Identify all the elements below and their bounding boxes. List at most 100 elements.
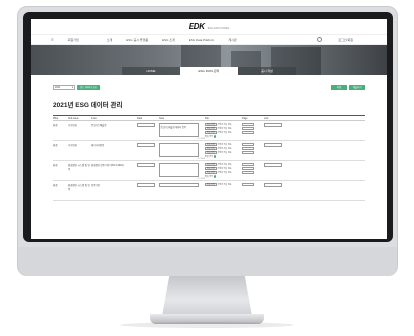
file-choose-button[interactable]: 파일 선택 [205,127,217,130]
link-input[interactable] [264,163,282,167]
col-page: Page [242,116,248,120]
file-status: 선택된 파일 없음 [217,148,232,150]
nav-item-board[interactable]: 게시판 [228,38,236,42]
monitor-shadow [120,322,294,328]
page-input[interactable] [242,167,254,170]
nav-item-signup[interactable]: ☰ 회원가입 [51,38,93,42]
tab-home[interactable]: HOME [122,67,180,75]
table-row: 환경 기후변화 에너지사용량 0 / 2000 파일 선택 선택된 파일 없음 파… [53,141,365,161]
cell-page [242,183,264,200]
cell-link [264,123,284,140]
add-file-link[interactable]: 파일 추가 [205,155,242,158]
file-line: 파일 선택 선택된 파일 없음 [205,127,242,130]
col-index: Index [91,116,97,120]
page-input[interactable] [242,131,254,134]
cell-link [264,163,284,180]
file-line: 파일 선택 선택된 파일 없음 [205,147,242,150]
data-input[interactable] [137,143,155,147]
file-line: 파일 선택 선택된 파일 없음 [205,163,242,166]
note-textarea[interactable]: 온실가스배출량 데이터 입력 [159,123,199,137]
cell-sub-issue: 기후변화 [68,124,77,127]
col-data: Data [137,116,143,120]
char-count: 0 / 2000 [197,138,205,140]
table-row: 환경 환경경영 시스템 및 인증 인증기관 파일 선택 선택된 파일 없음 [53,181,365,201]
tab-esg-data[interactable]: ESG DATA 관리 [180,67,238,75]
file-choose-button[interactable]: 파일 선택 [205,151,217,154]
page-input[interactable] [242,123,254,126]
data-input[interactable] [137,183,155,187]
menu-icon: ☰ [51,37,54,42]
file-status: 선택된 파일 없음 [217,144,232,146]
char-count: 0 / 2000 [197,158,205,160]
save-button[interactable]: 저장 [331,84,347,90]
note-select[interactable] [159,183,199,187]
file-status: 선택된 파일 없음 [217,128,232,130]
col-note: Note [159,116,165,120]
nav-item-data-platform[interactable]: ESG Data Platform [189,38,215,42]
file-line: 파일 선택 선택된 파일 없음 [205,167,242,170]
file-choose-button[interactable]: 파일 선택 [205,143,217,146]
cell-file: 파일 선택 선택된 파일 없음 파일 선택 선택된 파일 없음 파일 선택 선택된 파… [205,123,242,140]
file-status: 선택된 파일 없음 [217,184,232,186]
site-logo-subtitle: ESG DATA KOREA [207,26,230,30]
data-input[interactable] [137,163,155,167]
year-search-button[interactable]: 연도 데이터 조회 [77,84,100,90]
esg-data-table: Pillar Sub-Issue Index Data Note File Pa… [53,115,365,201]
nav-item-esg-intro[interactable]: ESG 소개 [162,38,175,42]
file-status: 선택된 파일 없음 [217,124,232,126]
chevron-down-icon: ▾ [71,85,73,89]
file-choose-button[interactable]: 파일 선택 [205,163,217,166]
tab-disclosure[interactable]: 공시 작성 [238,67,296,75]
note-textarea[interactable] [159,163,199,177]
cell-data [137,143,159,160]
plus-icon [213,155,217,158]
year-select[interactable]: 2021 ▾ [53,84,75,90]
cell-data [137,183,159,200]
nav-item-disclosure-platform[interactable]: ESG 공시 플랫폼 [126,38,148,42]
page-input[interactable] [242,163,254,166]
cell-file: 파일 선택 선택된 파일 없음 파일 선택 선택된 파일 없음 파일 선택 선택된 파… [205,163,242,180]
link-input[interactable] [264,183,282,187]
data-input[interactable] [137,123,155,127]
user-icon [317,37,323,42]
cell-index: 온실가스배출량 [91,124,107,127]
file-choose-button[interactable]: 파일 선택 [205,171,217,174]
add-file-link[interactable]: 파일 추가 [205,175,242,178]
file-choose-button[interactable]: 파일 선택 [205,131,217,134]
page-input[interactable] [242,171,254,174]
submit-button[interactable]: 제출하기 [349,84,365,90]
file-choose-button[interactable]: 파일 선택 [205,123,217,126]
file-choose-button[interactable]: 파일 선택 [205,183,217,186]
page-input[interactable] [242,127,254,130]
link-input[interactable] [264,143,282,147]
page-input[interactable] [242,151,254,154]
file-line: 파일 선택 선택된 파일 없음 [205,171,242,174]
site-logo[interactable]: EDK [189,22,205,31]
cell-pillar: 환경 [53,144,58,147]
col-link: Link [264,116,269,120]
file-choose-button[interactable]: 파일 선택 [205,167,217,170]
file-choose-button[interactable]: 파일 선택 [205,147,217,150]
file-status: 선택된 파일 없음 [217,152,232,154]
cell-data [137,163,159,180]
login-link[interactable]: 로그인/회원 [317,37,367,42]
cell-link [264,183,284,200]
file-status: 선택된 파일 없음 [217,132,232,134]
page-input[interactable] [242,143,254,146]
cell-data [137,123,159,140]
cell-page [242,163,264,180]
char-count: 0 / 2000 [197,178,205,180]
file-status: 선택된 파일 없음 [217,168,232,170]
nav-item-about[interactable]: 소개 [107,38,113,42]
note-textarea[interactable] [159,143,199,157]
cell-note: 0 / 2000 [159,163,205,180]
file-line: 파일 선택 선택된 파일 없음 [205,143,242,146]
cell-note: 온실가스배출량 데이터 입력 0 / 2000 [159,123,205,140]
monitor-chin [18,247,397,276]
table-row: 환경 환경경영 시스템 및 인증 환경경영 인증 여부 (ISO 14001) … [53,161,365,181]
site-header: EDK ESG DATA KOREA [31,19,387,35]
page-input[interactable] [242,147,254,150]
link-input[interactable] [264,123,282,127]
page-input[interactable] [242,183,254,186]
add-file-link[interactable]: 파일 추가 [205,135,242,138]
